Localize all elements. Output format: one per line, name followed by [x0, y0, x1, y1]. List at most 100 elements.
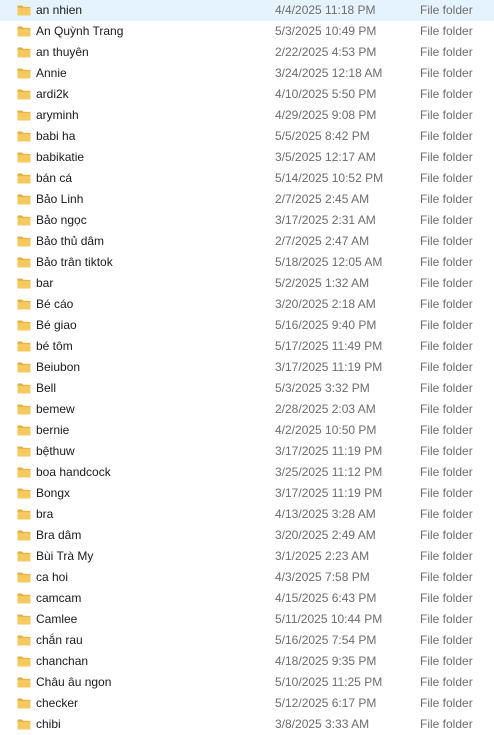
file-type: File folder: [420, 486, 473, 500]
file-row[interactable]: Bell 5/3/2025 3:32 PM File folder: [0, 378, 494, 399]
folder-icon: [17, 570, 31, 584]
file-row[interactable]: Châu âu ngon 5/10/2025 11:25 PM File fol…: [0, 672, 494, 693]
folder-icon: [17, 3, 31, 17]
date-modified: 2/7/2025 2:47 AM: [275, 234, 370, 248]
folder-icon: [17, 24, 31, 38]
file-name: Bongx: [36, 486, 71, 500]
file-type: File folder: [420, 465, 473, 479]
file-row[interactable]: bar 5/2/2025 1:32 AM File folder: [0, 273, 494, 294]
file-row[interactable]: Bé giao 5/16/2025 9:40 PM File folder: [0, 315, 494, 336]
file-name: bra: [36, 507, 54, 521]
file-type: File folder: [420, 633, 473, 647]
file-name: ardi2k: [36, 87, 69, 101]
file-row[interactable]: bệthuw 3/17/2025 11:19 PM File folder: [0, 441, 494, 462]
file-type: File folder: [420, 381, 473, 395]
file-row[interactable]: bemew 2/28/2025 2:03 AM File folder: [0, 399, 494, 420]
folder-icon: [17, 360, 31, 374]
folder-icon: [17, 66, 31, 80]
file-type: File folder: [420, 45, 473, 59]
file-type: File folder: [420, 612, 473, 626]
folder-icon: [17, 528, 31, 542]
file-name: An Quỳnh Trang: [36, 24, 124, 38]
file-row[interactable]: Camlee 5/11/2025 10:44 PM File folder: [0, 609, 494, 630]
file-row[interactable]: aryminh 4/29/2025 9:08 PM File folder: [0, 105, 494, 126]
file-row[interactable]: camcam 4/15/2025 6:43 PM File folder: [0, 588, 494, 609]
file-type: File folder: [420, 108, 473, 122]
file-row[interactable]: bra 4/13/2025 3:28 AM File folder: [0, 504, 494, 525]
file-name: Bra dâm: [36, 528, 82, 542]
file-row[interactable]: boa handcock 3/25/2025 11:12 PM File fol…: [0, 462, 494, 483]
file-row[interactable]: chibi 3/8/2025 3:33 AM File folder: [0, 714, 494, 735]
file-row[interactable]: an nhien 4/4/2025 11:18 PM File folder: [0, 0, 494, 21]
file-row[interactable]: Bảo ngọc 3/17/2025 2:31 AM File folder: [0, 210, 494, 231]
file-type: File folder: [420, 66, 473, 80]
folder-icon: [17, 213, 31, 227]
file-row[interactable]: Bongx 3/17/2025 11:19 PM File folder: [0, 483, 494, 504]
file-row[interactable]: chắn rau 5/16/2025 7:54 PM File folder: [0, 630, 494, 651]
folder-icon: [17, 234, 31, 248]
file-row[interactable]: Bảo Linh 2/7/2025 2:45 AM File folder: [0, 189, 494, 210]
file-row[interactable]: an thuyên 2/22/2025 4:53 PM File folder: [0, 42, 494, 63]
file-name: Camlee: [36, 612, 78, 626]
folder-icon: [17, 150, 31, 164]
date-modified: 2/7/2025 2:45 AM: [275, 192, 370, 206]
date-modified: 3/17/2025 11:19 PM: [275, 444, 383, 458]
file-name: chắn rau: [36, 633, 83, 647]
file-row[interactable]: ardi2k 4/10/2025 5:50 PM File folder: [0, 84, 494, 105]
file-row[interactable]: Bra dâm 3/20/2025 2:49 AM File folder: [0, 525, 494, 546]
folder-icon: [17, 381, 31, 395]
file-row[interactable]: Bảo trân tiktok 5/18/2025 12:05 AM File …: [0, 252, 494, 273]
file-name: camcam: [36, 591, 82, 605]
file-type: File folder: [420, 234, 473, 248]
file-row[interactable]: Bé cáo 3/20/2025 2:18 AM File folder: [0, 294, 494, 315]
folder-icon: [17, 108, 31, 122]
file-row[interactable]: checker 5/12/2025 6:17 PM File folder: [0, 693, 494, 714]
file-type: File folder: [420, 654, 473, 668]
folder-icon: [17, 444, 31, 458]
file-row[interactable]: bernie 4/2/2025 10:50 PM File folder: [0, 420, 494, 441]
file-name: Bảo ngọc: [36, 213, 87, 227]
file-row[interactable]: bán cá 5/14/2025 10:52 PM File folder: [0, 168, 494, 189]
date-modified: 4/15/2025 6:43 PM: [275, 591, 377, 605]
file-row[interactable]: chanchan 4/18/2025 9:35 PM File folder: [0, 651, 494, 672]
file-name: ca hoi: [36, 570, 69, 584]
file-row[interactable]: Bùi Trà My 3/1/2025 2:23 AM File folder: [0, 546, 494, 567]
file-type: File folder: [420, 87, 473, 101]
file-type: File folder: [420, 129, 473, 143]
file-row[interactable]: ca hoi 4/3/2025 7:58 PM File folder: [0, 567, 494, 588]
folder-icon: [17, 255, 31, 269]
folder-icon: [17, 633, 31, 647]
file-row[interactable]: Annie 3/24/2025 12:18 AM File folder: [0, 63, 494, 84]
date-modified: 4/29/2025 9:08 PM: [275, 108, 377, 122]
file-row[interactable]: babi ha 5/5/2025 8:42 PM File folder: [0, 126, 494, 147]
file-row[interactable]: bé tôm 5/17/2025 11:49 PM File folder: [0, 336, 494, 357]
folder-icon: [17, 45, 31, 59]
folder-icon: [17, 297, 31, 311]
date-modified: 5/11/2025 10:44 PM: [275, 612, 383, 626]
file-name: Bùi Trà My: [36, 549, 94, 563]
date-modified: 3/24/2025 12:18 AM: [275, 66, 383, 80]
file-name: Châu âu ngon: [36, 675, 112, 689]
file-row[interactable]: An Quỳnh Trang 5/3/2025 10:49 PM File fo…: [0, 21, 494, 42]
file-name: Bảo thủ dâm: [36, 234, 105, 248]
file-name: babikatie: [36, 150, 85, 164]
folder-icon: [17, 276, 31, 290]
folder-icon: [17, 465, 31, 479]
date-modified: 3/20/2025 2:49 AM: [275, 528, 376, 542]
date-modified: 4/13/2025 3:28 AM: [275, 507, 376, 521]
file-row[interactable]: babikatie 3/5/2025 12:17 AM File folder: [0, 147, 494, 168]
file-type: File folder: [420, 3, 473, 17]
file-name: Annie: [36, 66, 67, 80]
file-type: File folder: [420, 318, 473, 332]
file-name: babi ha: [36, 129, 76, 143]
file-name: bệthuw: [36, 444, 75, 458]
file-type: File folder: [420, 297, 473, 311]
folder-icon: [17, 507, 31, 521]
folder-icon: [17, 339, 31, 353]
date-modified: 3/20/2025 2:18 AM: [275, 297, 376, 311]
file-name: Beiubon: [36, 360, 81, 374]
file-row[interactable]: Bảo thủ dâm 2/7/2025 2:47 AM File folder: [0, 231, 494, 252]
date-modified: 5/2/2025 1:32 AM: [275, 276, 370, 290]
file-type: File folder: [420, 24, 473, 38]
file-row[interactable]: Beiubon 3/17/2025 11:19 PM File folder: [0, 357, 494, 378]
